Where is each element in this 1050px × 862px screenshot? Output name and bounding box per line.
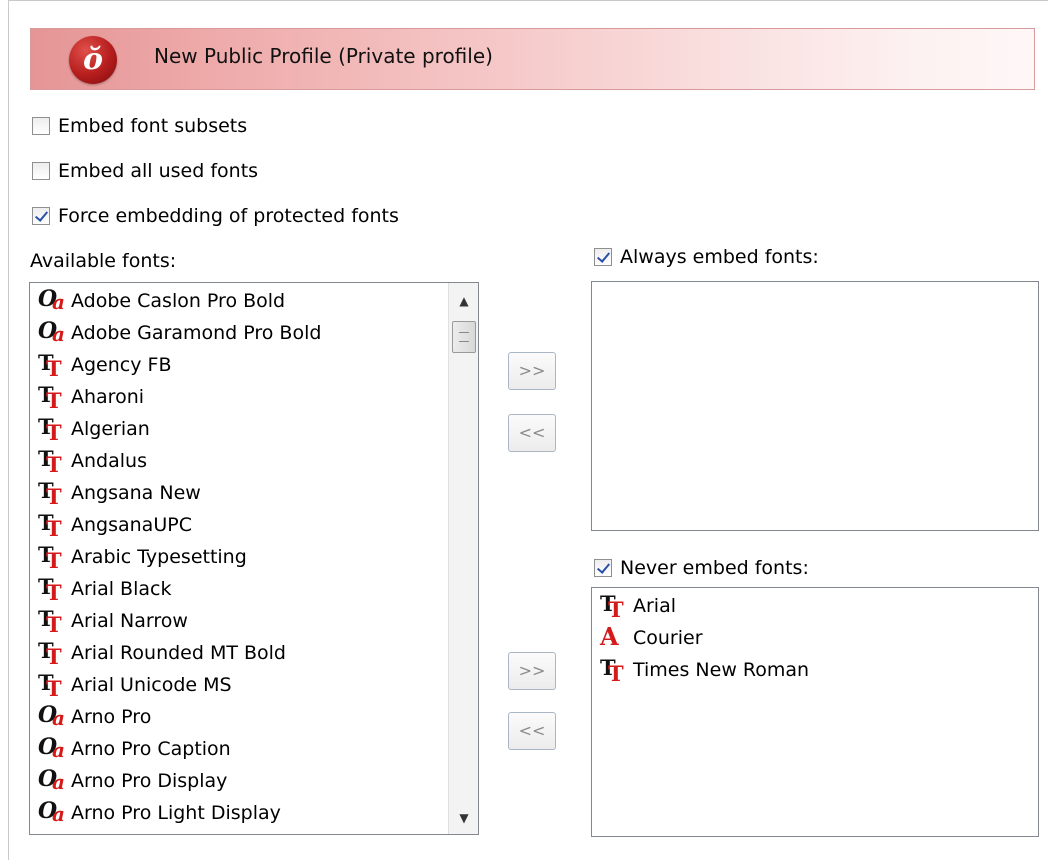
profile-title: New Public Profile (Private profile): [154, 44, 493, 68]
font-name: Arabic Typesetting: [71, 546, 247, 568]
checkbox-box[interactable]: [594, 248, 612, 266]
font-list-item[interactable]: Agency FB: [30, 349, 478, 381]
font-list-item[interactable]: Arial Rounded MT Bold: [30, 637, 478, 669]
font-list-item[interactable]: Arial Unicode MS: [30, 669, 478, 701]
font-name: Arno Pro Display: [71, 770, 228, 792]
font-name: Arial: [633, 595, 677, 617]
font-name: Arno Pro Caption: [71, 738, 231, 760]
checkbox-label: Force embedding of protected fonts: [58, 205, 399, 227]
checkbox-label: Never embed fonts:: [620, 557, 809, 579]
font-list-item[interactable]: Arial: [592, 590, 1038, 622]
opentype-font-icon: [38, 766, 68, 794]
font-list-item[interactable]: Algerian: [30, 413, 478, 445]
remove-from-never-embed-button[interactable]: <<: [508, 712, 556, 750]
opentype-font-icon: [38, 702, 68, 730]
font-name: Aharoni: [71, 386, 145, 408]
truetype-font-icon: [38, 606, 68, 637]
opentype-font-icon: [38, 286, 68, 314]
font-list-item[interactable]: Arno Pro Display: [30, 765, 478, 797]
checkbox-box[interactable]: [594, 559, 612, 577]
truetype-font-icon: [600, 655, 630, 686]
font-name: Times New Roman: [633, 659, 810, 681]
font-name: Arno Pro: [71, 706, 152, 728]
opentype-font-icon: [38, 734, 68, 762]
profile-header: ŏ New Public Profile (Private profile): [30, 28, 1035, 90]
font-name: Arial Unicode MS: [71, 674, 232, 696]
always-embed-fonts-checkbox[interactable]: Always embed fonts:: [594, 246, 819, 268]
checkbox-box[interactable]: [32, 117, 50, 135]
font-name: Adobe Caslon Pro Bold: [71, 290, 286, 312]
font-list-item[interactable]: Arial Black: [30, 573, 478, 605]
font-name: Andalus: [71, 450, 147, 472]
truetype-font-icon: [38, 350, 68, 381]
font-list-item[interactable]: Adobe Garamond Pro Bold: [30, 317, 478, 349]
font-list-item[interactable]: Times New Roman: [592, 654, 1038, 686]
profile-logo-icon: ŏ: [69, 36, 117, 84]
scroll-thumb[interactable]: [452, 321, 476, 353]
opentype-font-icon: [38, 798, 68, 826]
add-to-always-embed-button[interactable]: >>: [508, 352, 556, 390]
available-fonts-list[interactable]: Adobe Caslon Pro Bold Adobe Garamond Pro …: [29, 282, 479, 835]
font-list-item[interactable]: Arial Narrow: [30, 605, 478, 637]
never-embed-fonts-list[interactable]: Arial Courier Times New Roman: [591, 587, 1039, 837]
vertical-scrollbar[interactable]: ▲ ▼: [448, 283, 478, 834]
truetype-font-icon: [38, 414, 68, 445]
font-name: Agency FB: [71, 354, 172, 376]
font-name: Arial Black: [71, 578, 172, 600]
opentype-font-icon: [38, 318, 68, 346]
font-list-item[interactable]: Andalus: [30, 445, 478, 477]
checkbox-label: Embed font subsets: [58, 115, 248, 137]
checkbox-label: Always embed fonts:: [620, 246, 819, 268]
font-name: Arial Rounded MT Bold: [71, 642, 286, 664]
font-name: Arial Narrow: [71, 610, 188, 632]
font-name: Courier: [633, 627, 703, 649]
font-name: Algerian: [71, 418, 150, 440]
truetype-font-icon: [38, 670, 68, 701]
font-list-item[interactable]: AngsanaUPC: [30, 509, 478, 541]
truetype-font-icon: [38, 478, 68, 509]
truetype-font-icon: [38, 510, 68, 541]
font-list-item[interactable]: Aharoni: [30, 381, 478, 413]
scroll-up-arrow-icon[interactable]: ▲: [449, 289, 478, 313]
checkbox-label: Embed all used fonts: [58, 160, 259, 182]
never-embed-fonts-checkbox[interactable]: Never embed fonts:: [594, 557, 809, 579]
checkbox-box[interactable]: [32, 162, 50, 180]
font-name: AngsanaUPC: [71, 514, 192, 536]
font-list-item[interactable]: Courier: [592, 622, 1038, 654]
truetype-font-icon: [38, 382, 68, 413]
available-fonts-label: Available fonts:: [30, 250, 177, 272]
embed-font-subsets-checkbox[interactable]: Embed font subsets: [32, 115, 247, 137]
truetype-font-icon: [38, 446, 68, 477]
font-name: Angsana New: [71, 482, 201, 504]
truetype-font-icon: [600, 591, 630, 622]
truetype-font-icon: [38, 638, 68, 669]
remove-from-always-embed-button[interactable]: <<: [508, 414, 556, 452]
postscript-font-icon: [600, 622, 630, 651]
font-list-item[interactable]: Angsana New: [30, 477, 478, 509]
font-list-item[interactable]: Arno Pro: [30, 701, 478, 733]
checkbox-box[interactable]: [32, 207, 50, 225]
always-embed-fonts-list[interactable]: [591, 281, 1039, 531]
truetype-font-icon: [38, 574, 68, 605]
scroll-down-arrow-icon[interactable]: ▼: [449, 806, 478, 830]
font-list-item[interactable]: Arabic Typesetting: [30, 541, 478, 573]
truetype-font-icon: [38, 542, 68, 573]
font-name: Arno Pro Light Display: [71, 802, 281, 824]
force-embedding-protected-fonts-checkbox[interactable]: Force embedding of protected fonts: [32, 205, 399, 227]
font-list-item[interactable]: Adobe Caslon Pro Bold: [30, 285, 478, 317]
font-list-item[interactable]: Arno Pro Caption: [30, 733, 478, 765]
add-to-never-embed-button[interactable]: >>: [508, 652, 556, 690]
font-name: Adobe Garamond Pro Bold: [71, 322, 322, 344]
font-list-item[interactable]: Arno Pro Light Display: [30, 797, 478, 829]
embed-all-used-fonts-checkbox[interactable]: Embed all used fonts: [32, 160, 258, 182]
